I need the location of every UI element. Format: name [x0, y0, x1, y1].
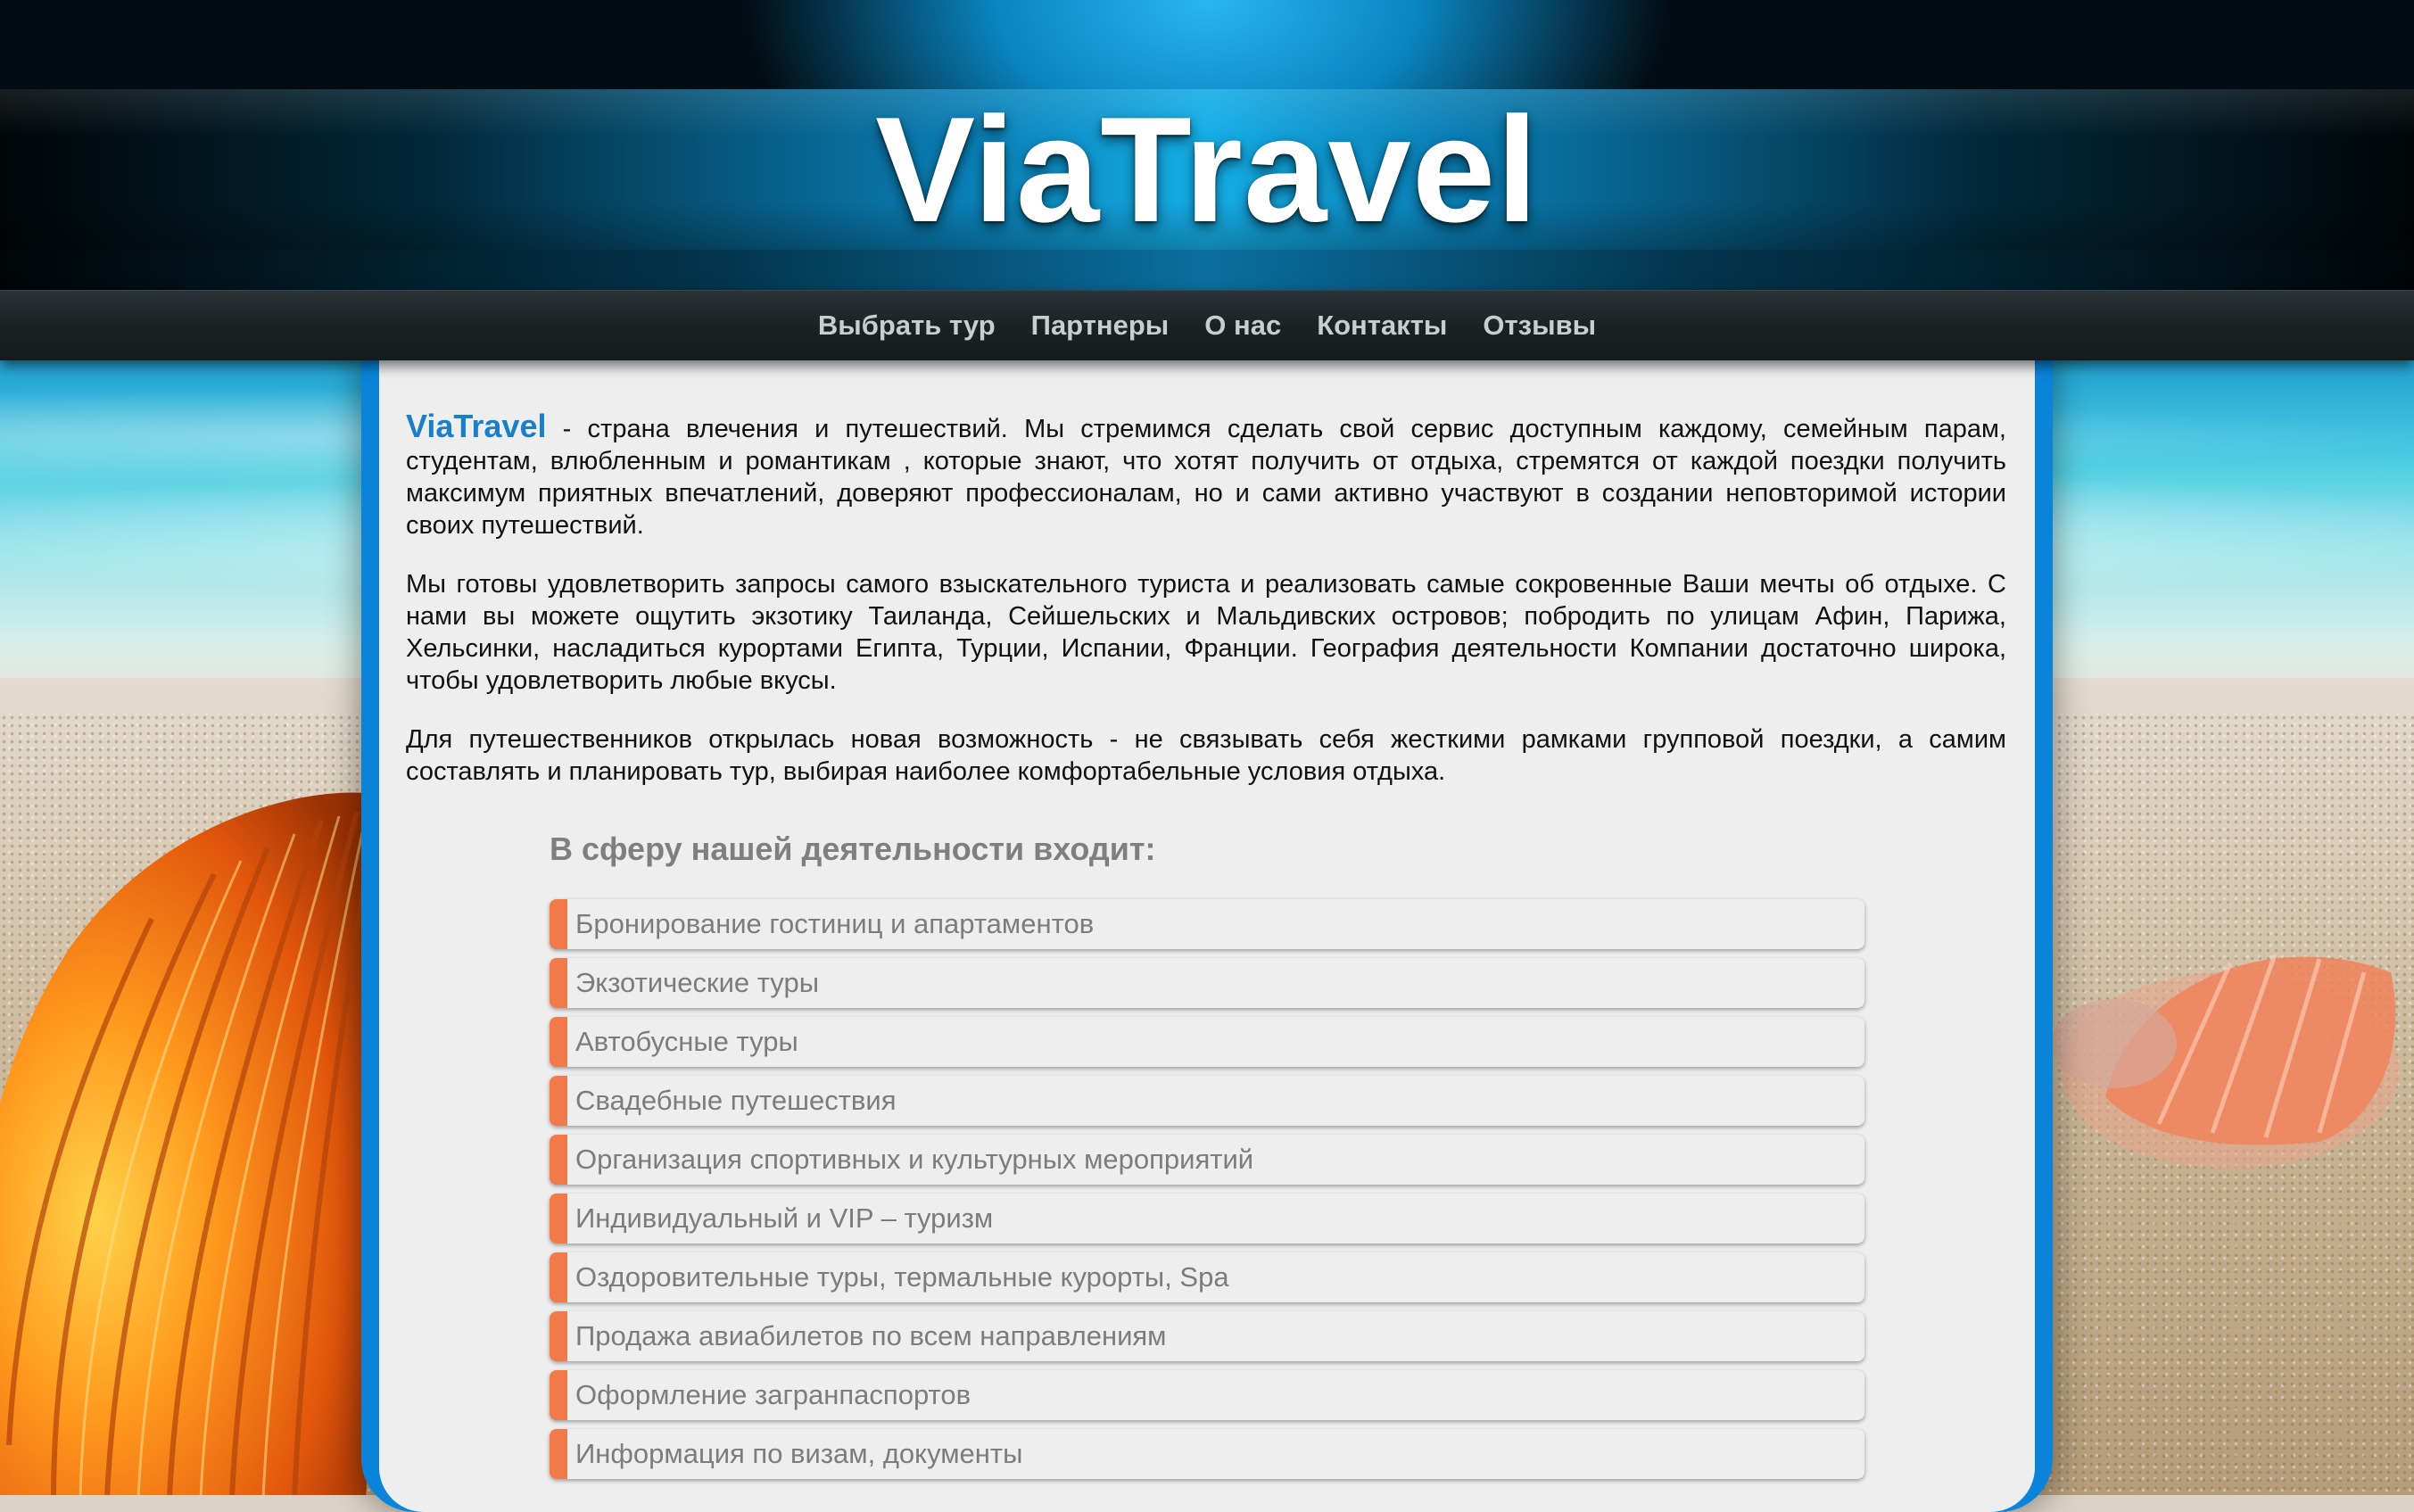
nav-item-choose-tour[interactable]: Выбрать тур	[818, 310, 996, 342]
site-logo[interactable]: ViaTravel	[0, 86, 2414, 253]
service-item[interactable]: Информация по визам, документы	[550, 1429, 1864, 1479]
services-list: Бронирование гостиниц и апартаментов Экз…	[550, 899, 1864, 1479]
intro-paragraph-2: Мы готовы удовлетворить запросы самого в…	[406, 570, 2006, 695]
service-item[interactable]: Бронирование гостиниц и апартаментов	[550, 899, 1864, 949]
service-item[interactable]: Продажа авиабилетов по всем направлениям	[550, 1311, 1864, 1361]
intro-text: ViaTravel - страна влечения и путешестви…	[406, 410, 2006, 814]
site-header: ViaTravel	[0, 0, 2414, 290]
service-item[interactable]: Экзотические туры	[550, 958, 1864, 1008]
header-glow	[0, 250, 2414, 290]
brand-name: ViaTravel	[406, 408, 547, 444]
service-item[interactable]: Индивидуальный и VIP – туризм	[550, 1194, 1864, 1243]
service-item[interactable]: Автобусные туры	[550, 1017, 1864, 1067]
service-item[interactable]: Оздоровительные туры, термальные курорты…	[550, 1252, 1864, 1302]
seashell-right-image	[2052, 954, 2400, 1169]
intro-paragraph-3: Для путешественников открылась новая воз…	[406, 725, 2006, 786]
nav-item-contacts[interactable]: Контакты	[1317, 310, 1447, 342]
seashell-left-image	[0, 792, 384, 1495]
intro-paragraph-1-text: - страна влечения и путешествий. Мы стре…	[406, 415, 2006, 540]
services-heading: В сферу нашей деятельности входит:	[550, 830, 1156, 867]
service-item[interactable]: Свадебные путешествия	[550, 1076, 1864, 1126]
nav-item-reviews[interactable]: Отзывы	[1483, 310, 1596, 342]
nav-item-about[interactable]: О нас	[1204, 310, 1281, 342]
nav-item-partners[interactable]: Партнеры	[1031, 310, 1170, 342]
main-nav: Выбрать тур Партнеры О нас Контакты Отзы…	[0, 290, 2414, 360]
service-item[interactable]: Оформление загранпаспортов	[550, 1370, 1864, 1420]
service-item[interactable]: Организация спортивных и культурных меро…	[550, 1135, 1864, 1185]
intro-paragraph-1: ViaTravel - страна влечения и путешестви…	[406, 410, 2006, 541]
services-section: В сферу нашей деятельности входит: Брони…	[550, 830, 1864, 1488]
